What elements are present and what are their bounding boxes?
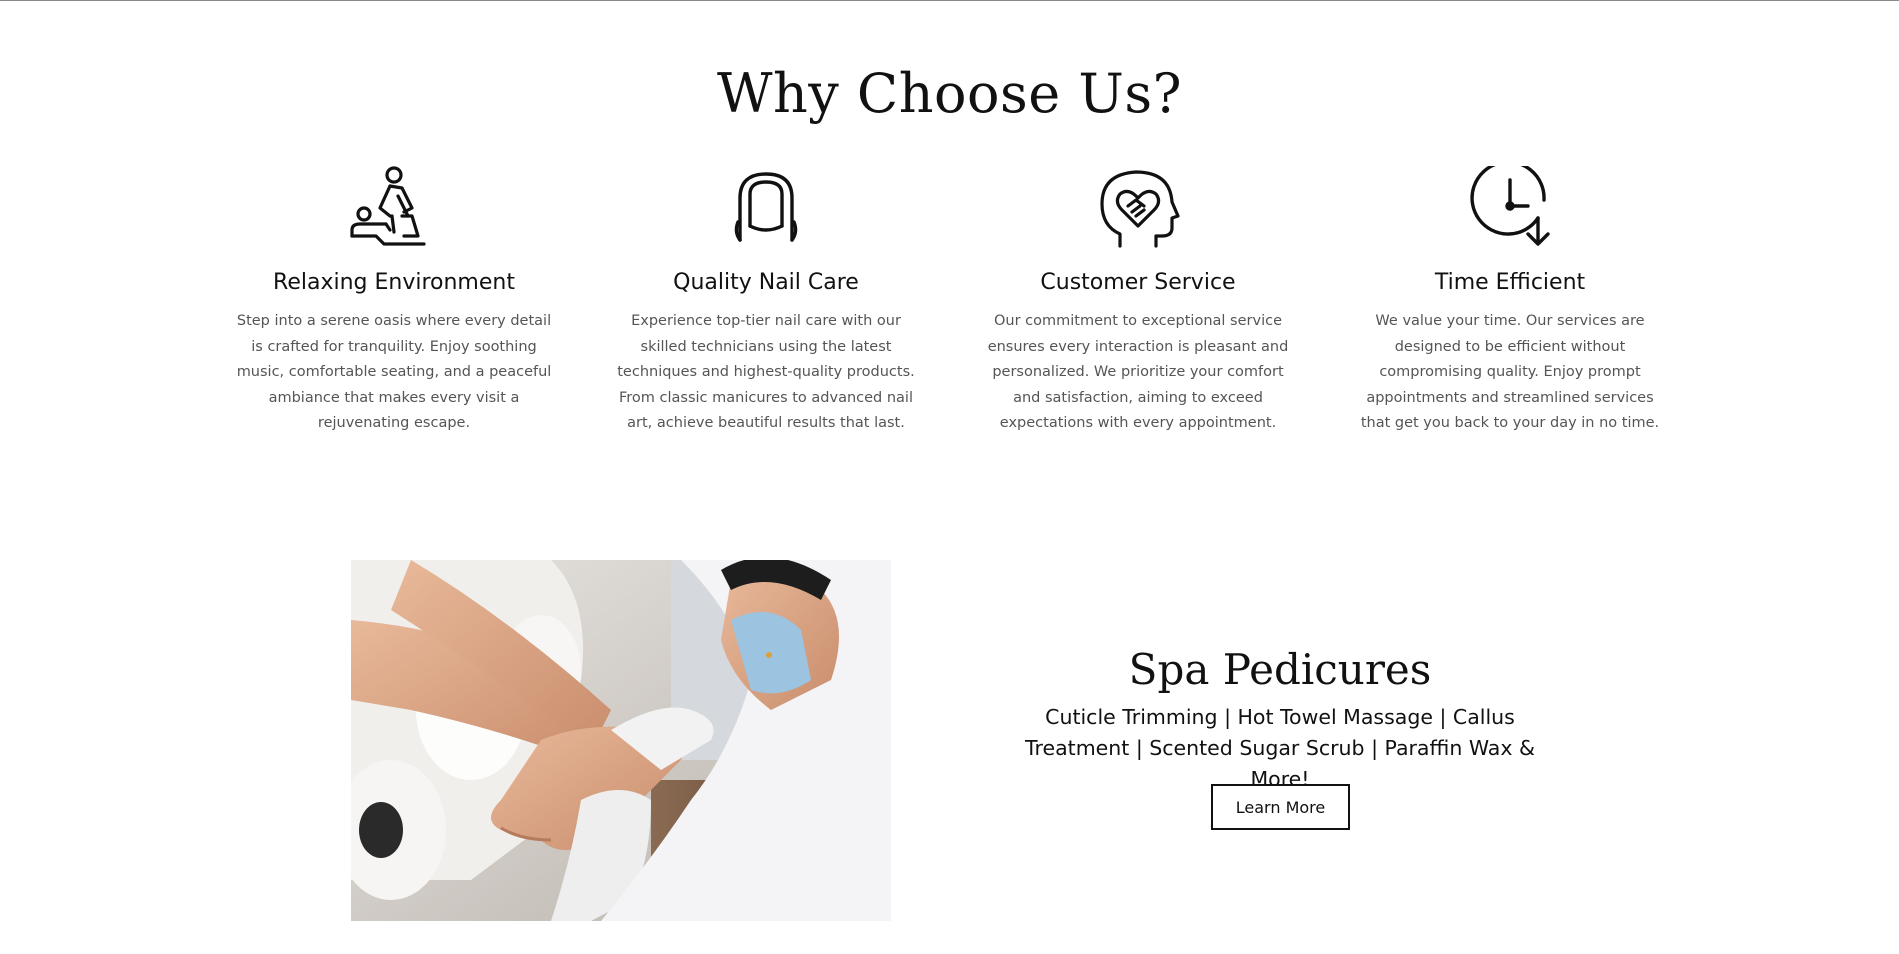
spa-services-list: Cuticle Trimming | Hot Towel Massage | C… — [1025, 705, 1535, 791]
feature-description: We value your time. Our services are des… — [1360, 313, 1660, 431]
feature-description: Our commitment to exceptional service en… — [987, 313, 1289, 431]
features-row: Relaxing Environment Step into a serene … — [224, 166, 1712, 446]
massage-icon — [346, 166, 442, 250]
section-title: Why Choose Us? — [716, 62, 1183, 125]
heart-handshake-head-icon — [1090, 166, 1186, 250]
feature-description: Step into a serene oasis where every det… — [236, 313, 552, 431]
learn-more-button[interactable]: Learn More — [1211, 784, 1350, 830]
feature-title: Customer Service — [1040, 270, 1236, 295]
clock-arrow-icon — [1462, 166, 1558, 250]
top-divider — [0, 0, 1899, 1]
nail-icon — [718, 166, 814, 250]
feature-title: Time Efficient — [1434, 270, 1586, 295]
feature-description: Experience top-tier nail care with our s… — [617, 313, 915, 431]
feature-title: Quality Nail Care — [673, 270, 859, 295]
spa-title: Spa Pedicures — [1128, 645, 1432, 694]
pedicure-photo — [351, 560, 891, 921]
feature-title: Relaxing Environment — [273, 270, 515, 295]
